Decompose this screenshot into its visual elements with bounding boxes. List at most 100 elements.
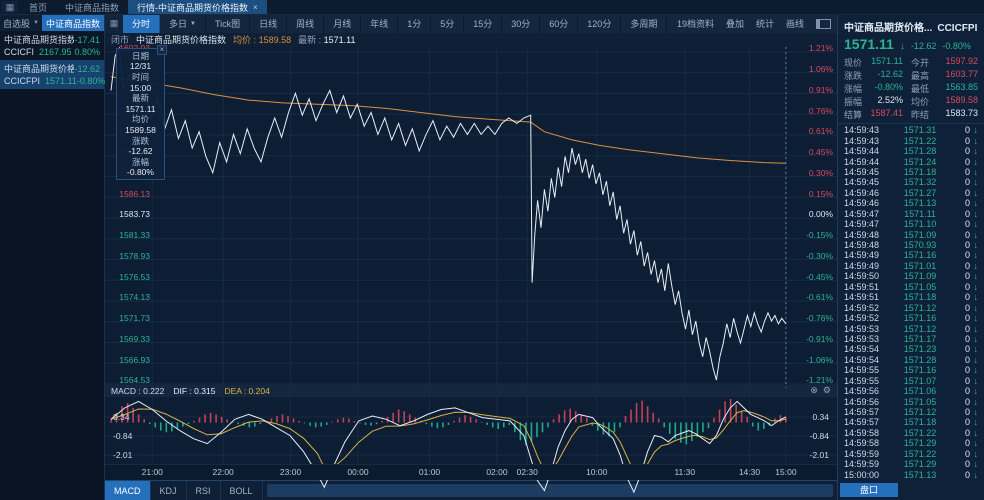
toolbar-period-button[interactable]: Tick图 <box>206 15 250 33</box>
quote-grid-cell: 最低1563.85 <box>911 82 978 95</box>
layout-grid-icon[interactable]: ▦ <box>105 15 123 33</box>
quote-field-value: 1597.92 <box>937 56 978 69</box>
toolbar-period-label: 周线 <box>296 17 314 30</box>
down-arrow-icon: ↓ <box>970 417 978 427</box>
tape-time: 14:59:58 <box>844 428 890 438</box>
top-tab[interactable]: 行情-中证商品期货价格指数× <box>128 0 267 14</box>
app-grid-icon[interactable]: ▦ <box>2 1 18 13</box>
tape-price: 1571.27 <box>890 188 950 198</box>
quote-detail-grid: 现价1571.11今开1597.92涨跌-12.62最高1603.77涨幅-0.… <box>838 52 984 124</box>
indicator-tab-boll[interactable]: BOLL <box>221 481 263 500</box>
macd-chart[interactable]: 0.340.34-0.84-0.84-2.01-2.01 <box>105 397 837 464</box>
tape-row: 14:59:471571.110↓ <box>844 209 978 219</box>
quote-field-label: 最高 <box>911 69 937 82</box>
indicator-tab-kdj[interactable]: KDJ <box>151 481 187 500</box>
toolbar-period-label: 多周期 <box>630 17 657 30</box>
watchlist-group-tab[interactable]: 中证商品指数 <box>42 15 104 31</box>
toolbar-period-button[interactable]: 15分 <box>464 15 502 33</box>
indicator-tab-rsi[interactable]: RSI <box>187 481 221 500</box>
toolbar-link[interactable]: 统计 <box>756 17 774 30</box>
toolbar-link[interactable]: 画线 <box>786 17 804 30</box>
toolbar-period-button[interactable]: 分时 <box>123 15 160 33</box>
top-tab[interactable]: 首页 <box>20 0 56 14</box>
price-axis-label: 1586.13 <box>110 190 150 199</box>
time-axis-label: 11:30 <box>674 467 695 477</box>
percent-axis-label: 0.76% <box>798 107 833 116</box>
tape-volume: 0 <box>950 313 970 323</box>
quote-header: 中证商品期货价格... CCICFPI 1571.11 ↓ -12.62 -0.… <box>838 15 984 52</box>
percent-axis-label: 0.45% <box>798 148 833 157</box>
toolbar-period-label: 月线 <box>333 17 351 30</box>
down-arrow-icon: ↓ <box>970 303 978 313</box>
tooltip-value: 15:00 <box>117 83 164 94</box>
minute-chart[interactable]: × 日期12/31时间15:00最新1571.11均价1589.58涨跌-12.… <box>105 47 837 385</box>
toolbar-period-label: 多日 <box>169 17 187 30</box>
toolbar-period-button[interactable]: 1分 <box>398 15 431 33</box>
tape-price: 1571.29 <box>890 438 950 448</box>
tape-time: 14:59:49 <box>844 250 890 260</box>
tape-volume: 0 <box>950 407 970 417</box>
watchlist-item-code: CCICFI <box>4 46 34 58</box>
close-icon[interactable]: × <box>157 45 167 55</box>
tape-time: 14:59:43 <box>844 125 890 135</box>
toolbar-period-button[interactable]: 30分 <box>502 15 540 33</box>
toolbar-period-button[interactable]: 日线 <box>250 15 287 33</box>
tape-row: 14:59:531571.170↓ <box>844 334 978 344</box>
toolbar-period-button[interactable]: 年线 <box>361 15 398 33</box>
tape-volume: 0 <box>950 125 970 135</box>
quote-grid-row: 涨幅-0.80%最低1563.85 <box>844 82 978 95</box>
tape-time: 14:59:51 <box>844 282 890 292</box>
tape-time: 14:59:44 <box>844 146 890 156</box>
tape-time: 14:59:49 <box>844 261 890 271</box>
down-arrow-icon: ↓ <box>970 324 978 334</box>
down-arrow-icon: ↓ <box>970 282 978 292</box>
watchlist-group-dropdown[interactable]: 自选股 ▼ <box>0 15 42 31</box>
toolbar-period-button[interactable]: 5分 <box>431 15 464 33</box>
tape-price: 1571.31 <box>890 125 950 135</box>
down-arrow-icon: ↓ <box>970 230 978 240</box>
toolbar-link[interactable]: 叠加 <box>726 17 744 30</box>
tape-row: 14:59:431571.220↓ <box>844 135 978 145</box>
tape-time: 14:59:43 <box>844 136 890 146</box>
down-arrow-icon: ↓ <box>970 355 978 365</box>
toolbar-period-button[interactable]: 多周期 <box>621 15 667 33</box>
order-book-button[interactable]: 盘口 <box>840 483 898 497</box>
toolbar-period-button[interactable]: 月线 <box>324 15 361 33</box>
toolbar-period-button[interactable]: 多日▼ <box>160 15 206 33</box>
tape-time: 14:59:54 <box>844 355 890 365</box>
time-and-sales-list[interactable]: 14:59:431571.310↓14:59:431571.220↓14:59:… <box>838 124 984 481</box>
tape-time: 14:59:58 <box>844 438 890 448</box>
tape-time: 14:59:44 <box>844 157 890 167</box>
tape-price: 1571.13 <box>890 198 950 208</box>
tape-row: 14:59:551571.070↓ <box>844 376 978 386</box>
toolbar-link[interactable]: 19档资料 <box>677 17 714 30</box>
tape-price: 1571.29 <box>890 459 950 469</box>
panel-toggle-icon[interactable] <box>816 19 831 29</box>
watchlist-item-change: -12.62 <box>74 63 100 75</box>
top-tab[interactable]: 中证商品指数 <box>56 0 128 14</box>
toolbar-period-button[interactable]: 120分 <box>578 15 621 33</box>
toolbar-period-button[interactable]: 周线 <box>287 15 324 33</box>
tape-price: 1571.10 <box>890 219 950 229</box>
tape-price: 1571.05 <box>890 397 950 407</box>
tape-time: 14:59:48 <box>844 230 890 240</box>
tape-time: 14:59:53 <box>844 324 890 334</box>
tape-row: 14:59:521571.120↓ <box>844 302 978 312</box>
watchlist-item-code: CCICFPI <box>4 75 40 87</box>
macd-axis-label: 0.34 <box>113 412 130 422</box>
time-axis-label: 22:00 <box>213 467 234 477</box>
watchlist-item[interactable]: 中证商品期货价格指数-12.62CCICFPI1571.11-0.80% <box>0 60 104 89</box>
bottom-scrollbar[interactable] <box>267 484 833 497</box>
watchlist-item[interactable]: 中证商品期货指数-17.41CCICFI2167.950.80% <box>0 31 104 60</box>
tape-time: 14:59:52 <box>844 303 890 313</box>
toolbar-period-label: Tick图 <box>215 17 240 30</box>
indicator-tab-macd[interactable]: MACD <box>105 481 151 500</box>
toolbar-period-label: 日线 <box>259 17 277 30</box>
quote-field-label: 涨跌 <box>844 69 870 82</box>
tape-time: 14:59:53 <box>844 334 890 344</box>
close-tab-icon[interactable]: × <box>253 3 258 12</box>
toolbar-period-button[interactable]: 60分 <box>540 15 578 33</box>
down-arrow-icon: ↓ <box>970 167 978 177</box>
tape-price: 1571.28 <box>890 355 950 365</box>
percent-axis-label: 0.91% <box>798 86 833 95</box>
